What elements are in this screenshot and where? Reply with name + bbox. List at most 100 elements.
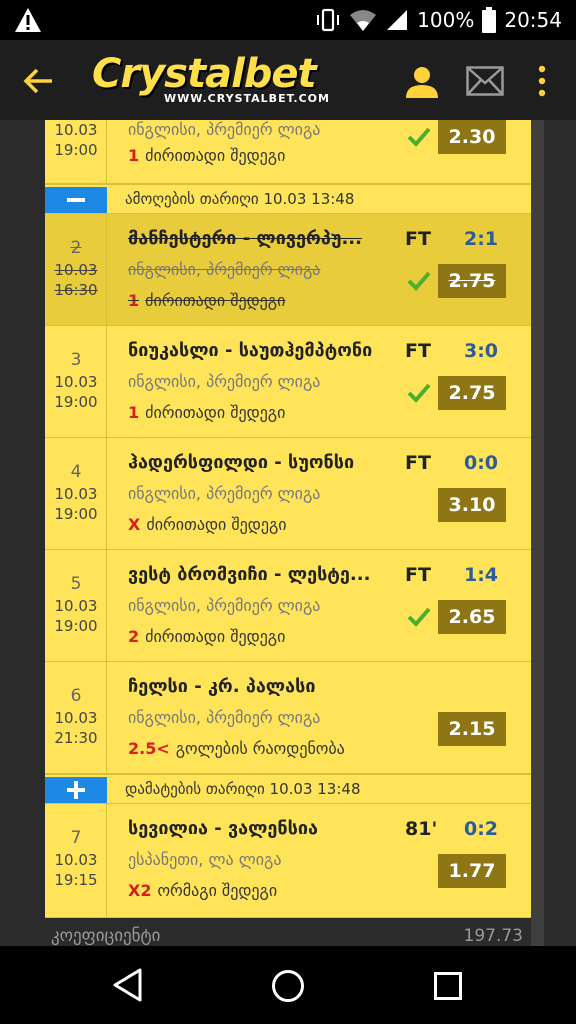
event-pick: Xძირითადი შედეგი <box>128 515 287 534</box>
event-number: 6 <box>70 686 82 706</box>
event-title: ნიუკასლი - საუთჰემპტონი <box>128 340 373 361</box>
event-number: 4 <box>70 462 82 482</box>
event-index: 2 10.03 16:30 <box>45 214 107 325</box>
odds-badge: 2.30 <box>438 120 506 154</box>
pick-selection: 1 <box>128 146 140 165</box>
vibrate-icon <box>317 8 340 32</box>
list-item[interactable]: 10.03 19:00 ინგლისი, პრემიერ ლიგა 1 ძირით… <box>45 120 531 184</box>
list-item[interactable]: 4 10.03 19:00 ჰადერსფილდი - სუონსი FT 0:0… <box>45 438 531 550</box>
event-league: ინგლისი, პრემიერ ლიგა <box>128 120 321 139</box>
odds-badge: 1.77 <box>438 854 506 888</box>
event-status: 81' <box>405 818 438 840</box>
event-time: 19:00 <box>54 617 98 635</box>
nav-recents-icon[interactable] <box>434 972 462 1000</box>
nav-back-icon[interactable] <box>112 968 144 1002</box>
pick-selection: 1 <box>128 291 140 310</box>
event-index: 4 10.03 19:00 <box>45 438 107 549</box>
event-league: ინგლისი, პრემიერ ლიგა <box>128 596 321 615</box>
event-league: ინგლისი, პრემიერ ლიგა <box>128 372 321 391</box>
event-datetime: 10.03 16:30 <box>45 260 107 300</box>
nav-home-icon[interactable] <box>272 970 304 1002</box>
mail-icon[interactable] <box>466 66 504 96</box>
list-item[interactable]: 7 10.03 19:15 სევილია - ვალენსია 81' 0:2 … <box>45 804 531 918</box>
user-icon[interactable] <box>404 64 440 100</box>
pick-selection: X2 <box>128 881 152 900</box>
total-odds-value: 197.73 <box>463 926 523 946</box>
total-odds-row: კოეფიციენტი 197.73 <box>45 926 531 946</box>
event-time: 16:30 <box>54 281 98 299</box>
event-date: 10.03 <box>54 851 98 869</box>
event-title: ჩელსი - კრ. პალასი <box>128 676 316 697</box>
pick-selection: X <box>128 515 141 534</box>
event-pick: 2 ძირითადი შედეგი <box>128 627 285 646</box>
event-league: ინგლისი, პრემიერ ლიგა <box>128 708 321 727</box>
bet-sheet: 10.03 19:00 ინგლისი, პრემიერ ლიგა 1 ძირით… <box>45 120 531 918</box>
list-item[interactable]: 2 10.03 16:30 მანჩესტერი - ლივერპუ... FT … <box>45 214 531 326</box>
event-league: ინგლისი, პრემიერ ლიგა <box>128 260 321 279</box>
event-status: FT <box>405 340 431 362</box>
event-pick: X2 ორმაგი შედეგი <box>128 881 277 900</box>
check-icon <box>407 607 431 627</box>
check-icon <box>407 271 431 291</box>
event-date: 10.03 <box>54 597 98 615</box>
event-date: 10.03 <box>54 373 98 391</box>
event-datetime: 10.03 19:15 <box>45 850 107 890</box>
odds-badge: 3.10 <box>438 488 506 522</box>
event-status: FT <box>405 452 431 474</box>
wifi-icon <box>350 10 377 31</box>
signal-icon <box>387 10 408 30</box>
event-datetime: 10.03 21:30 <box>45 708 107 748</box>
event-league: ესპანეთი, ლა ლიგა <box>128 850 282 869</box>
check-icon <box>407 383 431 403</box>
event-time: 19:00 <box>54 505 98 523</box>
collapse-button[interactable] <box>45 187 107 213</box>
event-number: 2 <box>70 238 82 258</box>
brand-url: WWW.CRYSTALBET.COM <box>164 92 330 105</box>
pick-market: ძირითადი შედეგი <box>145 403 286 422</box>
event-date: 10.03 <box>54 261 98 279</box>
back-arrow-icon[interactable] <box>22 64 56 98</box>
pick-market: ძირითადი შედეგი <box>146 515 287 534</box>
event-score: 3:0 <box>463 340 499 362</box>
event-index: 6 10.03 21:30 <box>45 662 107 773</box>
event-status: FT <box>405 564 431 586</box>
list-item[interactable]: 3 10.03 19:00 ნიუკასლი - საუთჰემპტონი FT … <box>45 326 531 438</box>
event-datetime: 10.03 19:00 <box>45 484 107 524</box>
event-index: 3 10.03 19:00 <box>45 326 107 437</box>
status-right: 100% 20:54 <box>315 6 562 34</box>
list-item[interactable]: 5 10.03 19:00 ვესტ ბრომვიჩი - ლესტე... FT… <box>45 550 531 662</box>
event-datetime: 10.03 19:00 <box>45 372 107 412</box>
bet-details[interactable]: 10.03 19:00 ინგლისი, პრემიერ ლიგა 1 ძირით… <box>0 120 576 946</box>
event-time: 19:00 <box>54 141 98 159</box>
removed-date-bar: ამოღების თარიღი 10.03 13:48 <box>45 184 531 214</box>
event-pick: 2.5< გოლების რაოდენობა <box>128 739 345 758</box>
event-date: 10.03 <box>54 121 98 139</box>
event-pick: 1 ძირითადი შედეგი <box>128 291 285 310</box>
pick-selection: 2 <box>128 627 140 646</box>
list-item[interactable]: 6 10.03 21:30 ჩელსი - კრ. პალასი ინგლისი,… <box>45 662 531 774</box>
event-number: 3 <box>70 350 82 370</box>
event-score: 0:0 <box>463 452 499 474</box>
odds-badge: 2.75 <box>438 376 506 410</box>
odds-badge: 2.65 <box>438 600 506 634</box>
event-score: 2:1 <box>463 228 499 250</box>
check-icon <box>407 127 431 147</box>
app-bar: Crystalbet WWW.CRYSTALBET.COM <box>0 40 576 120</box>
more-vert-icon[interactable] <box>532 64 552 98</box>
expand-button[interactable] <box>45 777 107 803</box>
event-pick: 1 ძირითადი შედეგი <box>128 403 285 422</box>
pick-market: ძირითადი შედეგი <box>145 146 286 165</box>
status-bar: 100% 20:54 <box>0 0 576 40</box>
event-title: ჰადერსფილდი - სუონსი <box>128 452 355 473</box>
event-number: 5 <box>70 574 82 594</box>
clock: 20:54 <box>504 8 562 32</box>
scroll-rail <box>531 120 544 946</box>
event-date: 10.03 <box>54 485 98 503</box>
pick-market: ძირითადი შედეგი <box>145 291 286 310</box>
pick-selection: 2.5< <box>128 739 170 758</box>
event-datetime: 10.03 19:00 <box>45 120 107 160</box>
event-time: 21:30 <box>54 729 98 747</box>
event-status: FT <box>405 228 431 250</box>
brand-name: Crystalbet <box>92 51 317 97</box>
brand-logo: Crystalbet WWW.CRYSTALBET.COM <box>92 50 348 110</box>
